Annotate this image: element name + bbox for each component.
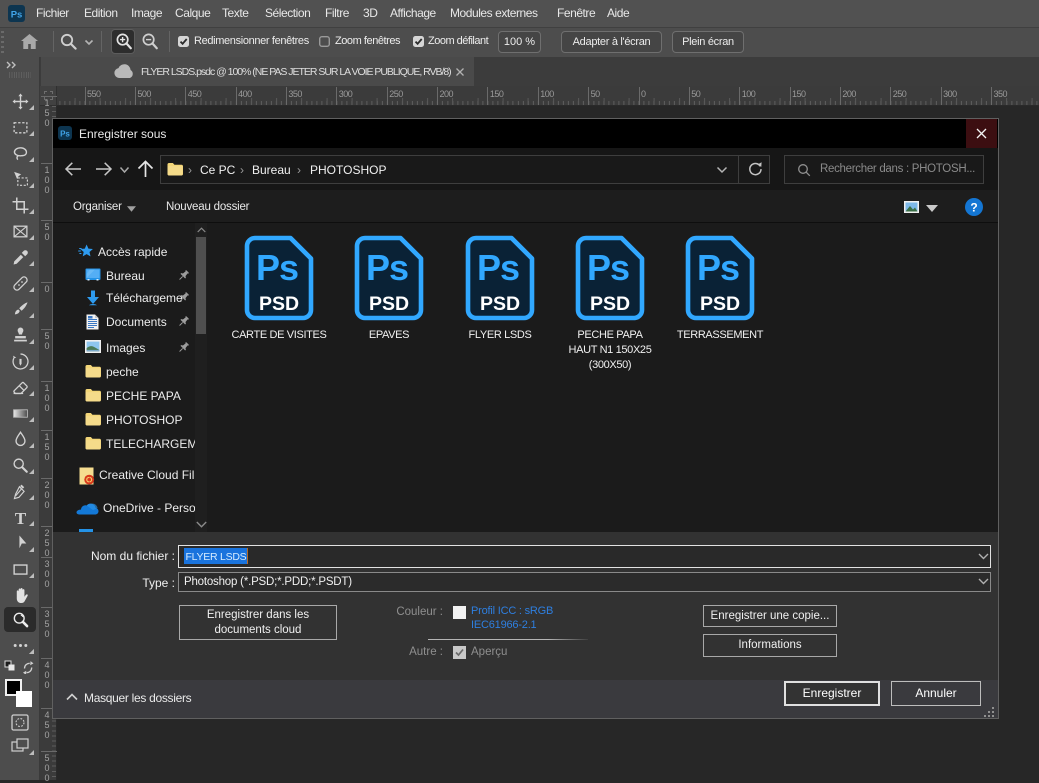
svg-text:Ps: Ps bbox=[60, 130, 70, 139]
svg-text:?: ? bbox=[970, 201, 977, 215]
svg-text:Ps: Ps bbox=[587, 247, 629, 288]
svg-text:PSD: PSD bbox=[700, 293, 740, 315]
svg-text:Ps: Ps bbox=[477, 247, 519, 288]
svg-text:Ps: Ps bbox=[697, 247, 739, 288]
svg-text:PSD: PSD bbox=[480, 293, 520, 315]
svg-text:Ps: Ps bbox=[366, 247, 408, 288]
svg-text:PSD: PSD bbox=[590, 293, 630, 315]
svg-text:Ps: Ps bbox=[11, 10, 23, 21]
svg-text:PSD: PSD bbox=[369, 293, 409, 315]
svg-text:T: T bbox=[15, 509, 27, 526]
svg-text:Ps: Ps bbox=[256, 247, 298, 288]
svg-text:PSD: PSD bbox=[259, 293, 299, 315]
